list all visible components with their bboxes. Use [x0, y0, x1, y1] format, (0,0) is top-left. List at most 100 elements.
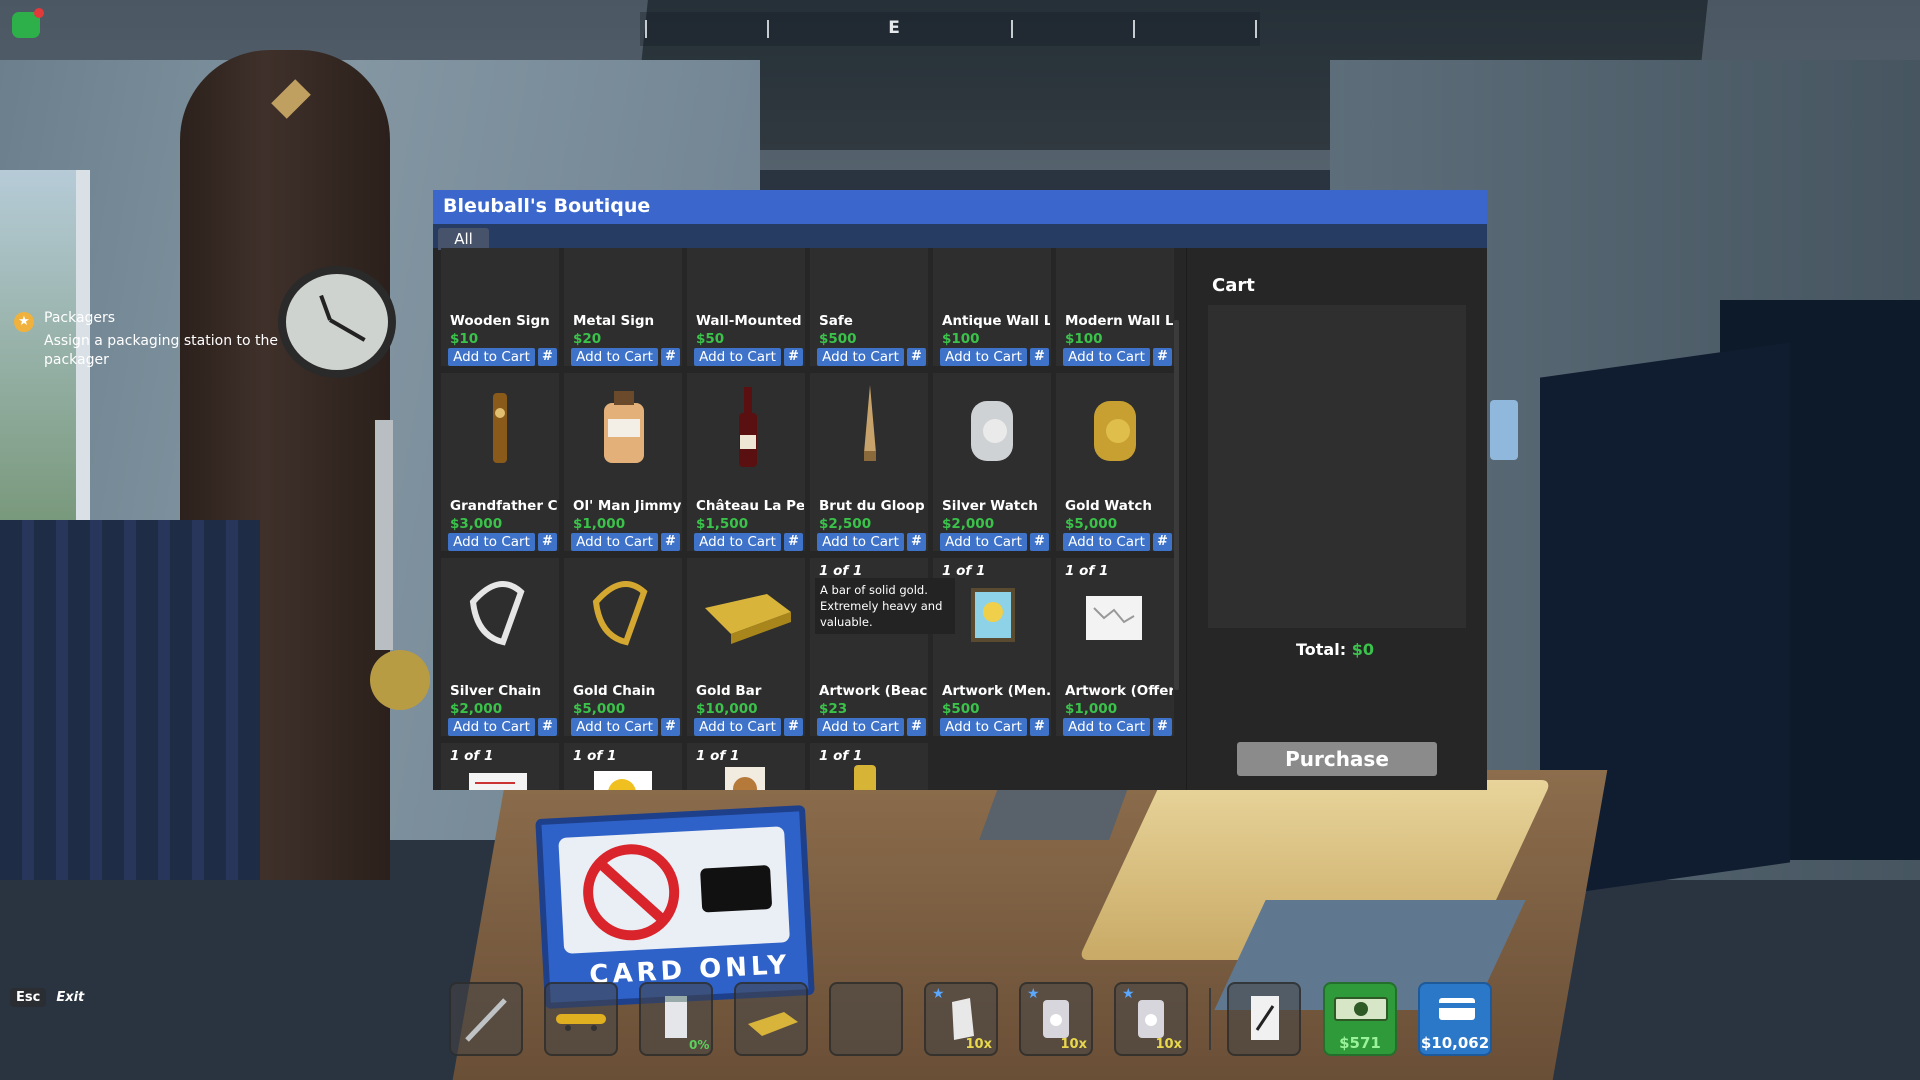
- shop-item[interactable]: Gold Chain $5,000 Add to Cart #: [564, 558, 682, 736]
- item-name: Artwork (Beac...: [819, 683, 927, 699]
- item-info: Wall-Mounted ... $50Add to Cart#: [687, 308, 805, 366]
- quantity-button[interactable]: #: [907, 348, 926, 366]
- quest-star-icon: ★: [14, 312, 34, 332]
- exit-hint[interactable]: Esc Exit: [10, 988, 84, 1007]
- item-price: $500: [942, 701, 980, 717]
- shop-item[interactable]: 1 of 1 Artwork (Offer) $1,000 Add to Cart #: [1056, 558, 1174, 736]
- quantity-button[interactable]: #: [661, 348, 680, 366]
- quantity-button[interactable]: #: [784, 718, 803, 736]
- cash-slot[interactable]: $571: [1323, 982, 1397, 1056]
- hotbar-slot[interactable]: [544, 982, 618, 1056]
- item-price: $50: [696, 331, 725, 347]
- add-to-cart-button[interactable]: Add to Cart: [1063, 718, 1150, 736]
- quantity-button[interactable]: #: [1153, 533, 1172, 551]
- quantity-button[interactable]: #: [784, 533, 803, 551]
- add-to-cart-button[interactable]: Add to Cart: [571, 718, 658, 736]
- item-price: $5,000: [1065, 516, 1118, 532]
- bank-slot[interactable]: $10,062: [1418, 982, 1492, 1056]
- cart-list[interactable]: [1208, 305, 1466, 628]
- shop-item[interactable]: Brut du Gloop $2,500 Add to Cart #: [810, 373, 928, 551]
- shop-item[interactable]: Gold Watch $5,000 Add to Cart #: [1056, 373, 1174, 551]
- item-name: Château La Pe...: [696, 498, 804, 514]
- quantity-button[interactable]: #: [661, 533, 680, 551]
- add-to-cart-button[interactable]: Add to Cart: [448, 348, 535, 366]
- item-stock: 1 of 1: [450, 748, 494, 764]
- hotbar-slot[interactable]: [734, 982, 808, 1056]
- shop-item[interactable]: Ol' Man Jimmy's $1,000Add to Cart#: [564, 373, 682, 551]
- add-to-cart-button[interactable]: Add to Cart: [448, 533, 535, 551]
- item-name: Antique Wall L...: [942, 313, 1050, 329]
- hotbar-slot[interactable]: ★ 10x: [924, 982, 998, 1056]
- item-price: $3,000: [450, 516, 503, 532]
- quantity-button[interactable]: #: [907, 718, 926, 736]
- add-to-cart-button[interactable]: Add to Cart: [448, 718, 535, 736]
- hotbar-slot[interactable]: ★ 10x: [1114, 982, 1188, 1056]
- item-info: Gold Watch $5,000 Add to Cart #: [1056, 493, 1174, 551]
- hotbar-slot[interactable]: 0%: [639, 982, 713, 1056]
- add-to-cart-button[interactable]: Add to Cart: [571, 533, 658, 551]
- slot-quantity: 10x: [1060, 1037, 1087, 1052]
- skateboard-icon: [556, 1014, 606, 1031]
- hotbar-slot[interactable]: [1227, 982, 1301, 1056]
- item-name: Gold Chain: [573, 683, 656, 699]
- shop-item[interactable]: Gold Bar $10,000 Add to Cart #: [687, 558, 805, 736]
- quantity-button[interactable]: #: [538, 533, 557, 551]
- purchase-button[interactable]: Purchase: [1237, 742, 1437, 776]
- add-to-cart-button[interactable]: Add to Cart: [940, 533, 1027, 551]
- quantity-button[interactable]: #: [538, 348, 557, 366]
- add-to-cart-button[interactable]: Add to Cart: [817, 533, 904, 551]
- add-to-cart-button[interactable]: Add to Cart: [817, 718, 904, 736]
- quantity-button[interactable]: #: [907, 533, 926, 551]
- quantity-button[interactable]: #: [538, 718, 557, 736]
- quantity-button[interactable]: #: [1153, 348, 1172, 366]
- slot-quantity: 10x: [1155, 1037, 1182, 1052]
- shop-item[interactable]: 1 of 1: [810, 743, 928, 790]
- shop-item[interactable]: Château La Pe... $1,500Add to Cart#: [687, 373, 805, 551]
- esc-key[interactable]: Esc: [10, 988, 47, 1007]
- add-to-cart-button[interactable]: Add to Cart: [940, 718, 1027, 736]
- item-stock: 1 of 1: [819, 748, 863, 764]
- item-info: Artwork (Offer) $1,000 Add to Cart #: [1056, 678, 1174, 736]
- add-to-cart-button[interactable]: Add to Cart: [694, 718, 781, 736]
- hotbar-slot[interactable]: ★ 10x: [1019, 982, 1093, 1056]
- quantity-button[interactable]: #: [661, 718, 680, 736]
- chat-icon[interactable]: [12, 8, 44, 38]
- add-to-cart-button[interactable]: Add to Cart: [1063, 533, 1150, 551]
- shop-item[interactable]: 1 of 1: [564, 743, 682, 790]
- quantity-button[interactable]: #: [1030, 348, 1049, 366]
- shop-item[interactable]: Grandfather Cl... $3,000Add to Cart#: [441, 373, 559, 551]
- shop-item[interactable]: 1 of 1: [687, 743, 805, 790]
- item-info: Gold Bar $10,000 Add to Cart #: [687, 678, 805, 736]
- shop-item[interactable]: Silver Chain $2,000 Add to Cart #: [441, 558, 559, 736]
- slot-quantity: 10x: [965, 1037, 992, 1052]
- item-tooltip: A bar of solid gold. Extremely heavy and…: [815, 578, 955, 634]
- shop-item[interactable]: 1 of 1: [441, 743, 559, 790]
- add-to-cart-button[interactable]: Add to Cart: [1063, 348, 1150, 366]
- item-info: Silver Watch $2,000 Add to Cart #: [933, 493, 1051, 551]
- add-to-cart-button[interactable]: Add to Cart: [571, 348, 658, 366]
- grid-scrollbar[interactable]: [1174, 320, 1179, 690]
- item-price: $23: [819, 701, 848, 717]
- shop-item[interactable]: Antique Wall L... $100Add to Cart#: [933, 248, 1051, 366]
- hotbar-slot[interactable]: [829, 982, 903, 1056]
- shop-item[interactable]: Safe $500 Add to Cart #: [810, 248, 928, 366]
- shop-item[interactable]: Wall-Mounted ... $50Add to Cart#: [687, 248, 805, 366]
- item-name: Wooden Sign: [450, 313, 550, 329]
- add-to-cart-button[interactable]: Add to Cart: [817, 348, 904, 366]
- cash-amount: $571: [1339, 1034, 1381, 1052]
- item-price: $10,000: [696, 701, 758, 717]
- shop-item[interactable]: Metal Sign $20 Add to Cart #: [564, 248, 682, 366]
- shop-item[interactable]: Modern Wall L... $100Add to Cart#: [1056, 248, 1174, 366]
- quantity-button[interactable]: #: [784, 348, 803, 366]
- hotbar-slot[interactable]: [449, 982, 523, 1056]
- add-to-cart-button[interactable]: Add to Cart: [694, 348, 781, 366]
- shop-item[interactable]: Silver Watch $2,000 Add to Cart #: [933, 373, 1051, 551]
- quantity-button[interactable]: #: [1030, 533, 1049, 551]
- shop-item[interactable]: Wooden Sign $10 Add to Cart #: [441, 248, 559, 366]
- tab-all[interactable]: All: [438, 228, 489, 250]
- quantity-button[interactable]: #: [1030, 718, 1049, 736]
- add-to-cart-button[interactable]: Add to Cart: [694, 533, 781, 551]
- card-only-sign: CARD ONLY: [535, 805, 815, 1009]
- add-to-cart-button[interactable]: Add to Cart: [940, 348, 1027, 366]
- quantity-button[interactable]: #: [1153, 718, 1172, 736]
